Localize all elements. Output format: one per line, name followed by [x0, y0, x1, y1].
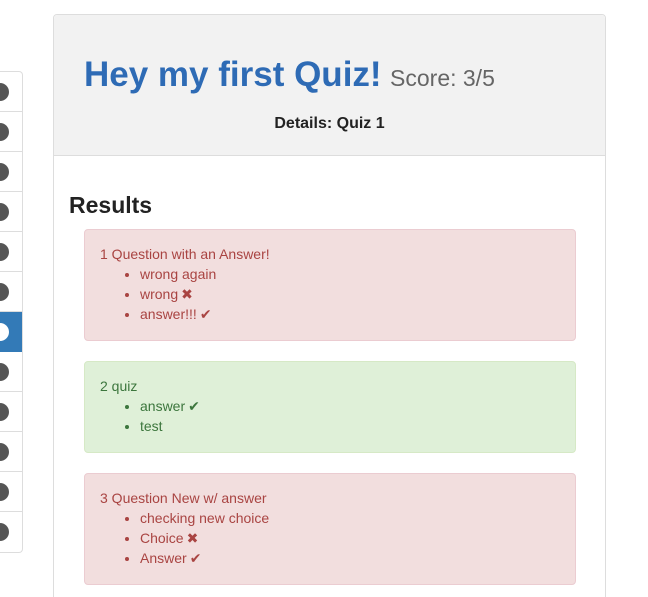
- choice-item: wrong again: [140, 264, 560, 284]
- choice-item: answer!!!✔: [140, 304, 560, 324]
- circle-icon: [0, 523, 9, 541]
- choice-list: checking new choice Choice✖ Answer✔: [100, 508, 560, 568]
- choice-item: checking new choice: [140, 508, 560, 528]
- check-icon: ✔: [188, 398, 200, 414]
- quiz-panel: Hey my first Quiz! Score: 3/5 Details: Q…: [53, 14, 606, 597]
- question-nav-item[interactable]: [0, 352, 22, 392]
- choice-text: answer: [140, 398, 186, 414]
- question-nav-item[interactable]: [0, 112, 22, 152]
- circle-icon: [0, 242, 9, 261]
- results-heading: Results: [69, 192, 153, 218]
- circle-icon: [0, 442, 9, 461]
- circle-icon: [0, 202, 9, 221]
- question-nav-item[interactable]: [0, 432, 22, 472]
- question-nav-item[interactable]: [0, 72, 22, 112]
- choice-item: answer✔: [140, 396, 560, 416]
- question-nav-item[interactable]: [0, 312, 22, 352]
- circle-icon: [0, 402, 9, 421]
- choice-list: wrong again wrong✖ answer!!!✔: [100, 264, 560, 324]
- choice-item: test: [140, 416, 560, 436]
- check-icon: ✔: [189, 550, 202, 566]
- question-label: 1 Question with an Answer!: [100, 246, 270, 262]
- choice-text: wrong again: [140, 266, 217, 282]
- choice-item: Choice✖: [140, 528, 560, 548]
- quiz-details: Details: Quiz 1: [274, 115, 385, 132]
- cross-icon: ✖: [181, 286, 193, 302]
- panel-heading: Hey my first Quiz! Score: 3/5 Details: Q…: [54, 15, 605, 156]
- circle-icon: [0, 322, 9, 341]
- quiz-title: Hey my first Quiz!: [84, 55, 382, 94]
- question-nav-item[interactable]: [0, 232, 22, 272]
- question-nav-item[interactable]: [0, 512, 22, 552]
- choice-text: wrong: [140, 286, 179, 302]
- title-row: Hey my first Quiz! Score: 3/5: [84, 55, 605, 95]
- question-label: 2 quiz: [100, 378, 138, 394]
- question-nav-item[interactable]: [0, 472, 22, 512]
- choice-text: Answer: [140, 550, 187, 566]
- quiz-results-page: Hey my first Quiz! Score: 3/5 Details: Q…: [0, 0, 648, 597]
- question-result: 2 quiz answer✔ test: [84, 361, 576, 453]
- choice-text: test: [140, 418, 163, 434]
- circle-icon: [0, 362, 9, 381]
- choice-text: answer!!!: [140, 306, 197, 322]
- circle-icon: [0, 82, 9, 101]
- question-label: 3 Question New w/ answer: [100, 490, 267, 506]
- choice-text: Choice: [140, 530, 184, 546]
- question-nav-item[interactable]: [0, 152, 22, 192]
- circle-icon: [0, 282, 9, 301]
- question-nav-list: [0, 71, 23, 553]
- question-result: 3 Question New w/ answer checking new ch…: [84, 473, 576, 585]
- quiz-score: Score: 3/5: [390, 65, 495, 91]
- choice-text: checking new choice: [140, 510, 270, 526]
- question-result: 1 Question with an Answer! wrong again w…: [84, 229, 576, 341]
- check-icon: ✔: [199, 306, 212, 322]
- circle-icon: [0, 122, 9, 141]
- choice-item: wrong✖: [140, 284, 560, 304]
- choice-list: answer✔ test: [100, 396, 560, 436]
- question-nav-item[interactable]: [0, 272, 22, 312]
- cross-icon: ✖: [186, 530, 199, 546]
- circle-icon: [0, 482, 9, 501]
- circle-icon: [0, 162, 9, 181]
- question-nav-item[interactable]: [0, 192, 22, 232]
- question-nav-item[interactable]: [0, 392, 22, 432]
- choice-item: Answer✔: [140, 548, 560, 568]
